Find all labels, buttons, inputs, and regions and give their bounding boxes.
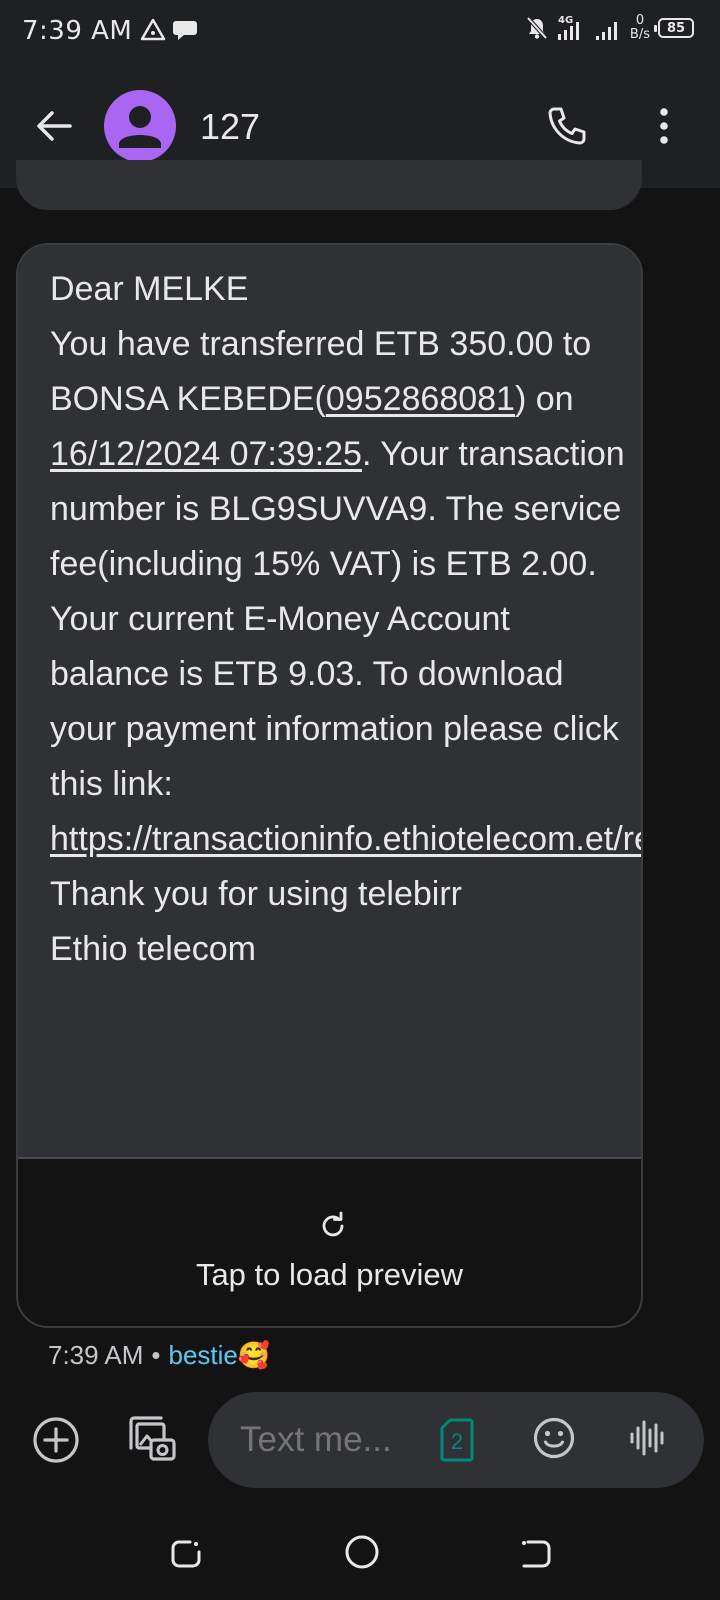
signal-icon bbox=[595, 22, 617, 40]
net-speed: 0 B/s bbox=[630, 14, 650, 42]
meta-separator: • bbox=[151, 1340, 161, 1370]
status-left-icons bbox=[140, 18, 198, 42]
voice-waveform-icon[interactable] bbox=[628, 1416, 668, 1460]
signal-4g-icon: 4G bbox=[557, 15, 579, 40]
message-bubble[interactable]: Dear MELKE You have transferred ETB 350.… bbox=[16, 243, 643, 1328]
gallery-camera-icon[interactable] bbox=[125, 1412, 177, 1464]
chat-bubble-icon bbox=[173, 21, 197, 40]
alert-triangle-icon bbox=[140, 18, 166, 41]
message-meta: 7:39 AM • bestie🥰 bbox=[48, 1340, 270, 1371]
add-attachment-icon[interactable] bbox=[32, 1416, 80, 1464]
message-text: Dear MELKE You have transferred ETB 350.… bbox=[50, 262, 641, 977]
sim-label: bestie🥰 bbox=[168, 1340, 271, 1370]
avatar[interactable] bbox=[104, 90, 176, 162]
net-speed-unit: B/s bbox=[629, 27, 650, 42]
phone-number-link[interactable]: 0952868081 bbox=[326, 380, 515, 418]
bell-off-icon bbox=[526, 16, 548, 40]
message-time: 7:39 AM bbox=[48, 1340, 144, 1370]
messages-screen: 7:39 AM 4G 0 B/s 85 127 Dear MELKE You h… bbox=[0, 0, 720, 1600]
system-nav-bar bbox=[0, 1530, 720, 1600]
back-arrow-icon[interactable] bbox=[34, 106, 74, 146]
contact-name: 127 bbox=[200, 106, 261, 147]
nav-back-icon[interactable] bbox=[520, 1538, 552, 1570]
sim-card-icon[interactable]: 2 bbox=[440, 1418, 474, 1462]
net-speed-value: 0 bbox=[635, 13, 645, 28]
message-footer-2: Ethio telecom bbox=[50, 930, 256, 968]
link-preview[interactable]: Tap to load preview bbox=[18, 1157, 641, 1326]
message-input[interactable] bbox=[240, 1418, 410, 1462]
emoji-icon[interactable] bbox=[532, 1416, 576, 1460]
datetime-link[interactable]: 16/12/2024 07:39:25 bbox=[50, 435, 362, 473]
message-footer-1: Thank you for using telebirr bbox=[50, 875, 462, 913]
person-icon bbox=[119, 106, 161, 148]
receipt-link[interactable]: https://transactioninfo.ethiotelecom.et/… bbox=[50, 820, 641, 858]
status-bar: 7:39 AM 4G 0 B/s 85 bbox=[0, 0, 720, 64]
load-preview-label: Tap to load preview bbox=[195, 1257, 464, 1292]
message-greeting: Dear MELKE bbox=[50, 270, 249, 308]
compose-field-container[interactable]: 2 bbox=[208, 1392, 704, 1488]
message-text-part2: ) on bbox=[514, 380, 574, 418]
more-vertical-icon[interactable] bbox=[644, 104, 684, 148]
refresh-icon bbox=[322, 1211, 344, 1237]
message-body: Dear MELKE You have transferred ETB 350.… bbox=[18, 245, 641, 1157]
sim-number: 2 bbox=[451, 1429, 463, 1454]
recents-icon[interactable] bbox=[170, 1538, 202, 1570]
home-icon[interactable] bbox=[344, 1534, 380, 1570]
battery-icon: 85 bbox=[654, 18, 694, 38]
status-right-icons: 4G 0 B/s 85 bbox=[526, 14, 694, 42]
svg-text:4G: 4G bbox=[558, 15, 573, 26]
message-text-part3: . Your transaction number is BLG9SUVVA9.… bbox=[50, 435, 625, 803]
status-time: 7:39 AM bbox=[22, 16, 133, 46]
phone-call-icon[interactable] bbox=[545, 104, 589, 148]
previous-message-bubble[interactable] bbox=[16, 160, 642, 210]
